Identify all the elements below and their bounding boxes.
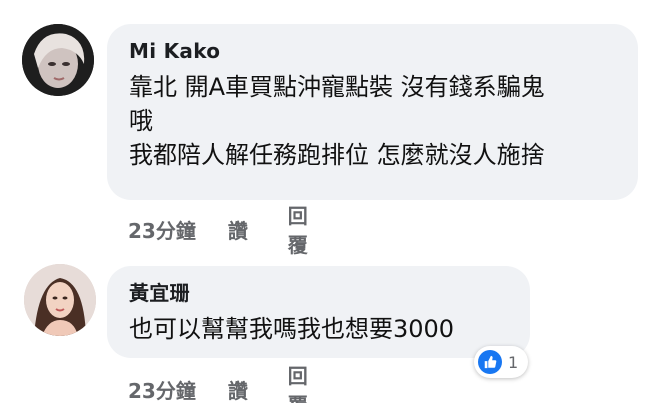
comment-thread: Mi Kako 靠北 開A車買點沖寵點裝 沒有錢系騙鬼 哦 我都陪人解任務跑排位… (0, 0, 660, 403)
avatar-photo-icon (24, 264, 96, 336)
comment-actions: 23分鐘 讚 回覆 (128, 200, 324, 258)
reply-button[interactable]: 回覆 (288, 200, 324, 258)
comment-actions: 23分鐘 讚 回覆 (128, 360, 324, 403)
reaction-summary[interactable]: 1 (474, 346, 529, 378)
like-thumb-icon (478, 350, 502, 374)
comment-text-line: 靠北 開A車買點沖寵點裝 沒有錢系騙鬼 (129, 73, 545, 101)
like-button[interactable]: 讚 (228, 215, 288, 244)
comment-timestamp[interactable]: 23分鐘 (128, 375, 228, 403)
comment-text-line: 我都陪人解任務跑排位 怎麼就沒人施捨 (129, 141, 545, 169)
comment-text-line: 也可以幫幫我嗎我也想要3000 (129, 315, 455, 343)
avatar-photo-icon (22, 24, 94, 96)
comment-author[interactable]: 黃宜珊 (129, 280, 530, 306)
comment-bubble: 黃宜珊 也可以幫幫我嗎我也想要3000 (107, 266, 530, 358)
comment-timestamp[interactable]: 23分鐘 (128, 215, 228, 244)
comment-text-line: 哦 (129, 107, 153, 135)
like-button[interactable]: 讚 (228, 375, 288, 403)
reaction-count: 1 (508, 352, 519, 372)
reply-button[interactable]: 回覆 (288, 360, 324, 403)
comment-bubble: Mi Kako 靠北 開A車買點沖寵點裝 沒有錢系騙鬼 哦 我都陪人解任務跑排位… (107, 24, 638, 200)
comment-author[interactable]: Mi Kako (129, 38, 638, 64)
avatar[interactable] (24, 264, 96, 336)
avatar[interactable] (22, 24, 94, 96)
